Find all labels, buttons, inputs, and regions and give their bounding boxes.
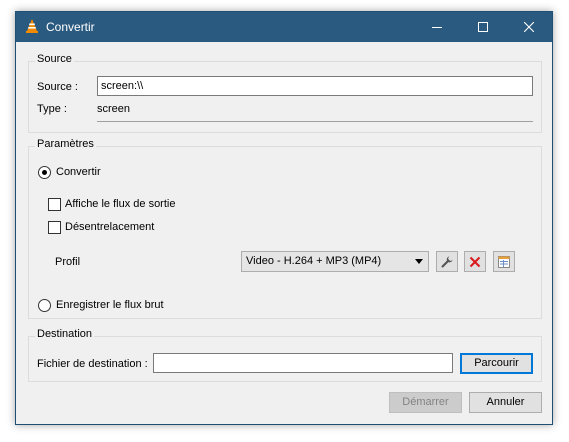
dump-raw-radio[interactable] xyxy=(38,299,51,312)
destination-group: Destination Fichier de destination : Par… xyxy=(28,328,542,382)
source-separator xyxy=(97,121,533,122)
window-title: Convertir xyxy=(46,20,95,34)
profile-select[interactable]: Video - H.264 + MP3 (MP4) xyxy=(241,251,429,272)
destination-file-input[interactable] xyxy=(153,353,453,373)
dropdown-arrow-icon xyxy=(415,259,423,264)
type-value: screen xyxy=(97,103,131,115)
source-input[interactable] xyxy=(97,76,533,96)
convert-radio-dot xyxy=(42,170,47,175)
delete-profile-button[interactable] xyxy=(464,251,486,272)
source-label: Source : xyxy=(37,81,78,93)
deinterlace-label[interactable]: Désentrelacement xyxy=(65,221,154,233)
maximize-button[interactable] xyxy=(460,12,506,42)
source-group: Source Source : Type : screen xyxy=(28,53,542,133)
minimize-button[interactable] xyxy=(414,12,460,42)
title-bar[interactable]: Convertir xyxy=(16,12,552,42)
dump-raw-label[interactable]: Enregistrer le flux brut xyxy=(56,299,164,311)
settings-group: Paramètres Convertir Affiche le flux de … xyxy=(28,138,542,319)
convert-label[interactable]: Convertir xyxy=(56,166,101,178)
convert-radio[interactable] xyxy=(38,166,51,179)
delete-icon xyxy=(469,256,481,267)
settings-group-title: Paramètres xyxy=(35,138,96,150)
maximize-icon xyxy=(478,22,488,32)
cancel-button[interactable]: Annuler xyxy=(469,392,542,413)
minimize-icon xyxy=(432,27,442,28)
wrench-icon xyxy=(441,256,453,268)
show-output-checkbox[interactable] xyxy=(48,198,61,211)
close-button[interactable] xyxy=(506,12,552,42)
new-profile-icon xyxy=(498,255,510,268)
start-button[interactable]: Démarrer xyxy=(389,392,462,413)
destination-file-label: Fichier de destination : xyxy=(37,358,148,370)
destination-group-title: Destination xyxy=(35,328,95,340)
new-profile-button[interactable] xyxy=(493,251,515,272)
show-output-label[interactable]: Affiche le flux de sortie xyxy=(65,198,175,210)
convert-dialog: Convertir Source Source : Type : screen … xyxy=(15,11,553,425)
deinterlace-checkbox[interactable] xyxy=(48,221,61,234)
edit-profile-button[interactable] xyxy=(436,251,458,272)
profile-select-value: Video - H.264 + MP3 (MP4) xyxy=(246,255,382,267)
type-label: Type : xyxy=(37,103,67,115)
source-group-title: Source xyxy=(35,53,74,65)
browse-button[interactable]: Parcourir xyxy=(460,353,533,374)
profile-label: Profil xyxy=(55,256,81,268)
vlc-cone-icon xyxy=(26,19,38,33)
close-icon xyxy=(524,22,534,32)
